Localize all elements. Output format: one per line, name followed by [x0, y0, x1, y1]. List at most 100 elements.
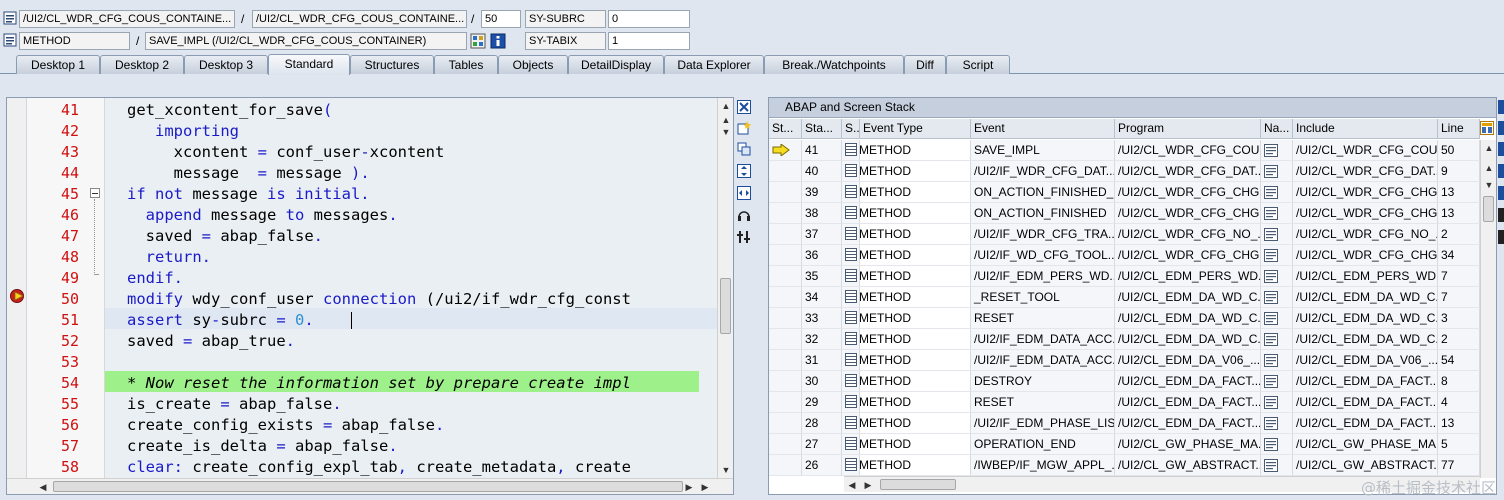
navigate-icon[interactable]	[1264, 165, 1278, 181]
code-line[interactable]: append message to messages.	[127, 205, 398, 226]
table-row[interactable]: 41 METHOD SAVE_IMPL/UI2/CL_WDR_CFG_COU... /…	[769, 140, 1481, 161]
tab-desktop-1[interactable]: Desktop 1	[16, 55, 100, 74]
include-cell[interactable]: /UI2/CL_EDM_DA_V06_...	[1293, 350, 1438, 371]
event-cell[interactable]: /UI2/IF_WDR_CFG_DAT...	[971, 161, 1115, 182]
tab-tables[interactable]: Tables	[434, 55, 498, 74]
tab-desktop-2[interactable]: Desktop 2	[100, 55, 184, 74]
tab-structures[interactable]: Structures	[350, 55, 434, 74]
event-cell[interactable]: SAVE_IMPL	[971, 140, 1115, 161]
code-line[interactable]: xcontent = conf_user-xcontent	[127, 142, 445, 163]
navigate-icon[interactable]	[1264, 291, 1278, 307]
include-cell[interactable]: /UI2/CL_WDR_CFG_DAT...	[1293, 161, 1438, 182]
swap-tool-icon[interactable]	[1498, 142, 1504, 156]
scroll-down-icon[interactable]: ▼	[1481, 177, 1496, 193]
navigate-icon[interactable]	[1264, 249, 1278, 265]
editor-horizontal-scrollbar[interactable]: ◀ ▶ ▶	[7, 478, 733, 494]
include-cell[interactable]: /UI2/CL_GW_ABSTRACT...	[1293, 455, 1438, 476]
close-icon[interactable]	[1498, 100, 1504, 114]
table-row[interactable]: 32 METHOD/UI2/IF_EDM_DATA_ACC.../UI2/CL_E…	[769, 329, 1481, 350]
include-cell[interactable]: /UI2/CL_WDR_CFG_NO_...	[1293, 224, 1438, 245]
navigate-cell[interactable]	[1261, 455, 1293, 476]
code-line[interactable]: create_is_delta = abap_false.	[127, 436, 398, 457]
code-line[interactable]: endif.	[127, 268, 183, 289]
event-cell[interactable]: ON_ACTION_FINISHED	[971, 203, 1115, 224]
event-cell[interactable]: /UI2/IF_EDM_PHASE_LIS...	[971, 413, 1115, 434]
navigate-cell[interactable]	[1261, 203, 1293, 224]
navigate-icon[interactable]	[1264, 312, 1278, 328]
program-cell[interactable]: /UI2/CL_GW_ABSTRACT...	[1115, 455, 1261, 476]
navigate-icon[interactable]	[1264, 207, 1278, 223]
include-cell[interactable]: /UI2/CL_WDR_CFG_CHG...	[1293, 203, 1438, 224]
table-row[interactable]: 33 METHOD RESET/UI2/CL_EDM_DA_WD_C... /UI2/…	[769, 308, 1481, 329]
col-line-header[interactable]: Line	[1438, 119, 1480, 139]
navigate-cell[interactable]	[1261, 434, 1293, 455]
code-line[interactable]: return.	[127, 247, 211, 268]
code-line[interactable]: create_config_exists = abap_false.	[127, 415, 444, 436]
sysvar1-name[interactable]: SY-SUBRC	[525, 10, 606, 28]
status-cell[interactable]	[769, 266, 802, 287]
status-cell[interactable]	[769, 329, 802, 350]
program-cell[interactable]: /UI2/CL_EDM_DA_WD_C...	[1115, 308, 1261, 329]
navigate-icon[interactable]	[1264, 375, 1278, 391]
status-cell[interactable]	[769, 287, 802, 308]
scroll-right-icon[interactable]: ▶	[860, 477, 876, 493]
program-cell[interactable]: /UI2/CL_EDM_DA_FACT...	[1115, 371, 1261, 392]
include-field[interactable]: /UI2/CL_WDR_CFG_COUS_CONTAINE...	[252, 10, 467, 28]
tab-script[interactable]: Script	[946, 55, 1010, 74]
new-tool-icon[interactable]	[737, 121, 751, 135]
tab-data-explorer[interactable]: Data Explorer	[664, 55, 764, 74]
status-cell[interactable]	[769, 413, 802, 434]
table-row[interactable]: 40 METHOD/UI2/IF_WDR_CFG_DAT.../UI2/CL_WD…	[769, 161, 1481, 182]
table-row[interactable]: 34 METHOD _RESET_TOOL/UI2/CL_EDM_DA_WD_C..…	[769, 287, 1481, 308]
program-cell[interactable]: /UI2/CL_WDR_CFG_CHG...	[1115, 245, 1261, 266]
table-row[interactable]: 35 METHOD/UI2/IF_EDM_PERS_WD.../UI2/CL_ED…	[769, 266, 1481, 287]
navigate-cell[interactable]	[1261, 287, 1293, 308]
settings-tool-icon[interactable]	[737, 230, 751, 244]
fold-minus-icon[interactable]	[90, 188, 100, 198]
program-cell[interactable]: /UI2/CL_EDM_DA_V06_...	[1115, 350, 1261, 371]
stack-vertical-scrollbar[interactable]: ▲ ▲ ▼	[1480, 140, 1496, 478]
breakpoint-debug-icon[interactable]	[9, 288, 27, 304]
line-field[interactable]: 50	[481, 10, 521, 28]
navigate-icon[interactable]	[1264, 186, 1278, 202]
navigate-cell[interactable]	[1261, 350, 1293, 371]
include-cell[interactable]: /UI2/CL_WDR_CFG_COU...	[1293, 140, 1438, 161]
table-settings-icon[interactable]	[1480, 121, 1494, 135]
navigate-cell[interactable]	[1261, 329, 1293, 350]
col-event-header[interactable]: Event	[971, 119, 1115, 139]
code-line[interactable]: assert sy-subrc = 0.	[127, 310, 314, 331]
status-cell[interactable]	[769, 434, 802, 455]
col-stack-level-header[interactable]: Sta...	[802, 119, 842, 139]
settings-tool-icon[interactable]	[1498, 230, 1504, 244]
status-cell[interactable]	[769, 392, 802, 413]
scroll-thumb[interactable]	[1483, 196, 1494, 222]
tab-detail-display[interactable]: DetailDisplay	[568, 55, 664, 74]
include-cell[interactable]: /UI2/CL_WDR_CFG_CHG...	[1293, 182, 1438, 203]
event-cell[interactable]: /UI2/IF_EDM_DATA_ACC...	[971, 329, 1115, 350]
event-name-field[interactable]: SAVE_IMPL (/UI2/CL_WDR_CFG_COUS_CONTAINE…	[145, 32, 467, 50]
include-cell[interactable]: /UI2/CL_EDM_PERS_WD...	[1293, 266, 1438, 287]
headset-icon[interactable]	[737, 208, 751, 222]
status-cell[interactable]	[769, 224, 802, 245]
event-cell[interactable]: /UI2/IF_EDM_PERS_WD...	[971, 266, 1115, 287]
navigate-icon[interactable]	[1264, 333, 1278, 349]
status-cell[interactable]	[769, 161, 802, 182]
navigate-cell[interactable]	[1261, 308, 1293, 329]
scroll-up-icon[interactable]: ▲	[1481, 160, 1496, 176]
event-cell[interactable]: /UI2/IF_WD_CFG_TOOL...	[971, 245, 1115, 266]
scroll-down-icon[interactable]: ▼	[718, 462, 733, 478]
navigate-icon[interactable]	[1264, 438, 1278, 454]
status-cell[interactable]	[769, 308, 802, 329]
maximize-icon[interactable]	[1498, 164, 1504, 178]
sysvar2-value[interactable]: 1	[608, 32, 690, 50]
include-cell[interactable]: /UI2/CL_EDM_DA_FACT...	[1293, 392, 1438, 413]
tab-desktop-3[interactable]: Desktop 3	[184, 55, 268, 74]
status-cell[interactable]	[769, 455, 802, 476]
navigate-cell[interactable]	[1261, 224, 1293, 245]
split-icon[interactable]	[1498, 186, 1504, 200]
grid-icon[interactable]	[470, 33, 486, 49]
program-cell[interactable]: /UI2/CL_EDM_DA_WD_C...	[1115, 329, 1261, 350]
col-include-header[interactable]: Include	[1293, 119, 1438, 139]
include-cell[interactable]: /UI2/CL_WDR_CFG_CHG...	[1293, 245, 1438, 266]
navigate-cell[interactable]	[1261, 140, 1293, 161]
